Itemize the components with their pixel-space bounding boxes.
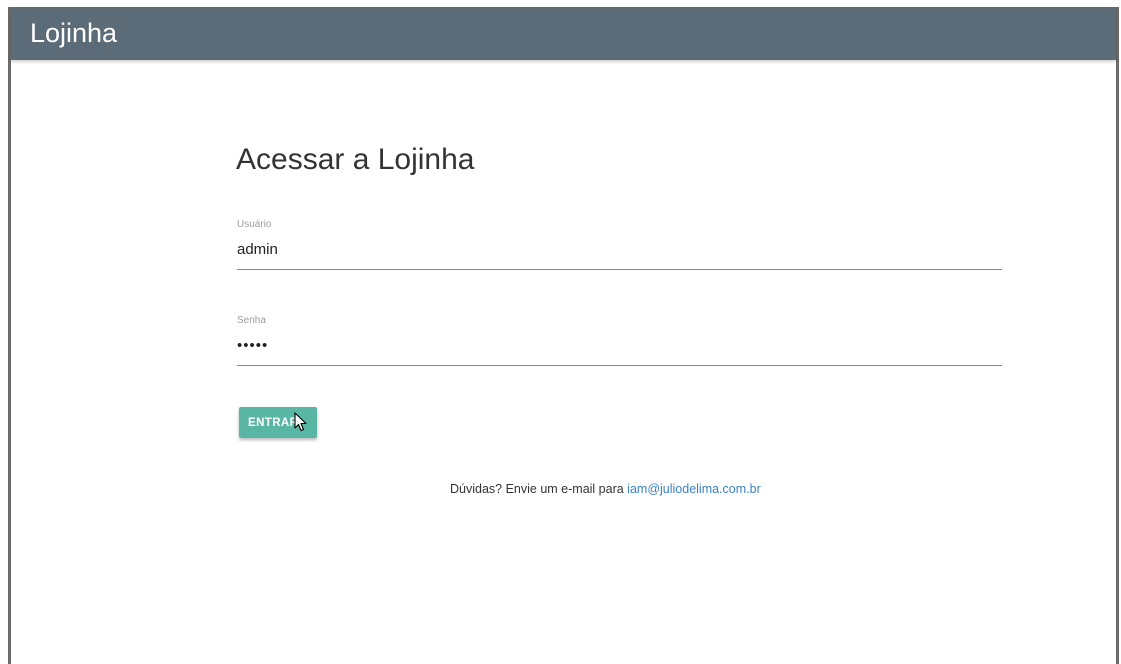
page-title: Acessar a Lojinha (236, 143, 475, 176)
password-input[interactable] (237, 335, 1002, 366)
brand-logo[interactable]: Lojinha (30, 17, 117, 49)
password-field: Senha (237, 314, 1002, 366)
help-text: Dúvidas? Envie um e-mail para (450, 482, 628, 496)
browser-viewport: Lojinha Acessar a Lojinha Usuário Senha … (8, 7, 1119, 664)
username-label: Usuário (237, 219, 272, 230)
mouse-pointer-icon (294, 412, 307, 432)
username-field: Usuário (237, 218, 1002, 270)
password-label: Senha (237, 315, 266, 326)
navbar: Lojinha (11, 7, 1116, 60)
help-email-link[interactable]: iam@juliodelima.com.br (627, 482, 761, 496)
username-input[interactable] (237, 239, 1002, 270)
help-message: Dúvidas? Envie um e-mail para iam@juliod… (450, 481, 761, 497)
